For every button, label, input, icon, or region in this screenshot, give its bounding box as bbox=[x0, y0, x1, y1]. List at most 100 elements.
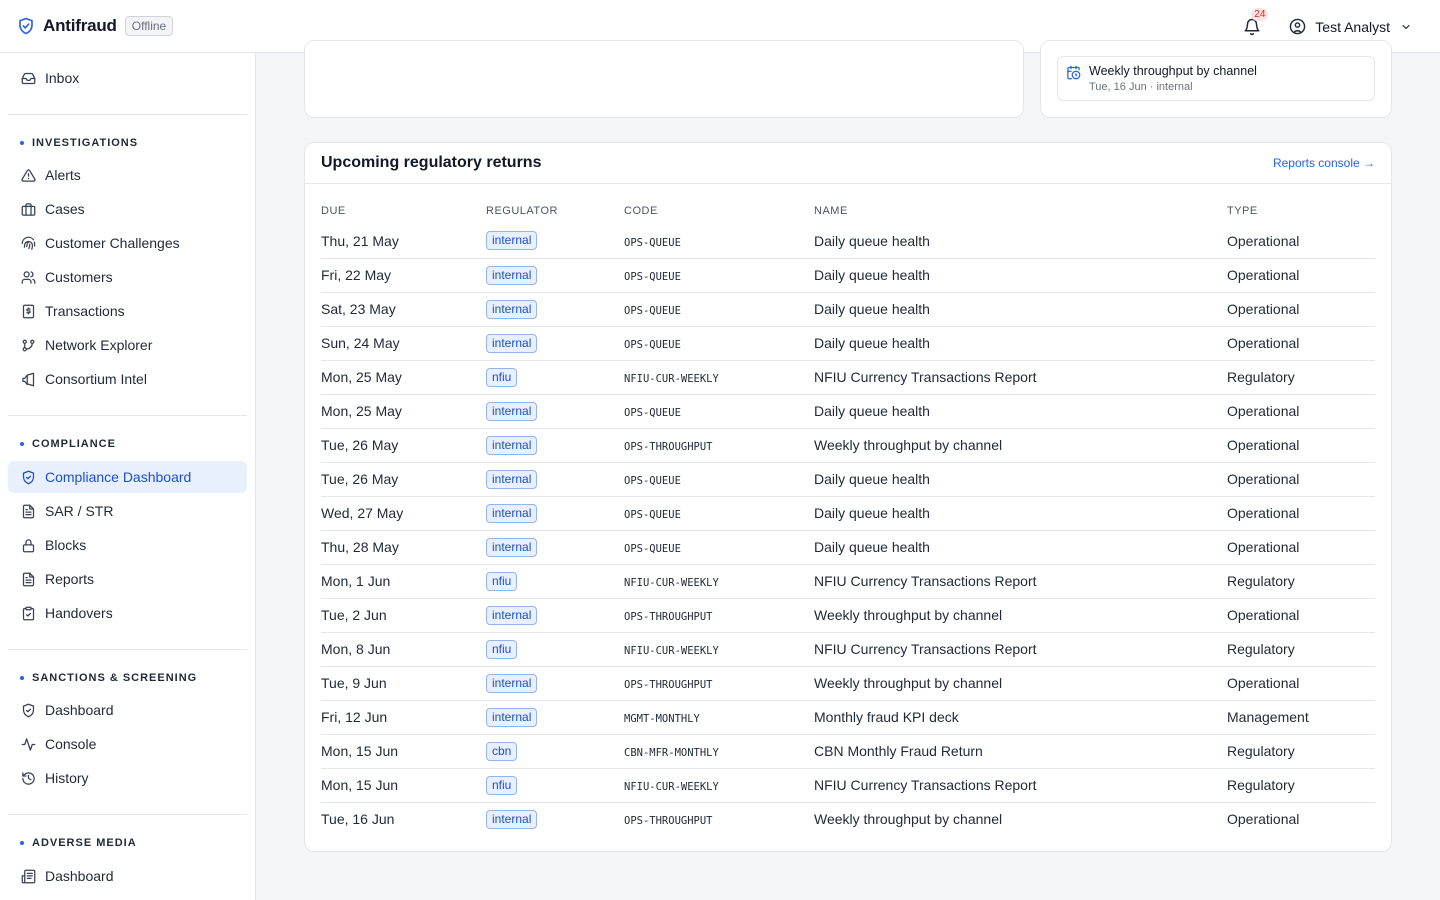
sidebar-item-sanctions-history[interactable]: History bbox=[8, 762, 247, 794]
table-row[interactable]: Sat, 23 May internal OPS-QUEUE Daily queue … bbox=[321, 292, 1375, 327]
table-row[interactable]: Tue, 26 May internal OPS-QUEUE Daily queue … bbox=[321, 462, 1375, 497]
name-cell: Weekly throughput by channel bbox=[814, 675, 1003, 691]
calendar-clock-icon bbox=[1066, 65, 1081, 85]
sidebar-item-blocks[interactable]: Blocks bbox=[8, 529, 247, 561]
section-title-adverse-media: ADVERSE MEDIA bbox=[20, 837, 137, 849]
due-cell: Fri, 12 Jun bbox=[321, 709, 388, 725]
table-header-row: DUE REGULATOR CODE NAME TYPE bbox=[321, 198, 1375, 224]
name-cell: Weekly throughput by channel bbox=[814, 811, 1003, 828]
due-cell: Mon, 8 Jun bbox=[321, 641, 391, 657]
reports-console-link[interactable]: Reports console → bbox=[1273, 156, 1375, 170]
status-badge: Offline bbox=[124, 16, 174, 36]
table-row[interactable]: Mon, 1 Jun nfiu NFIU-CUR-WEEKLY NFIU Curren… bbox=[321, 564, 1375, 599]
due-cell: Tue, 26 May bbox=[321, 471, 399, 487]
table-row[interactable]: Wed, 27 May internal OPS-QUEUE Daily queue … bbox=[321, 496, 1375, 531]
inbox-icon bbox=[20, 70, 36, 86]
table-row[interactable]: Sun, 24 May internal OPS-QUEUE Daily queue … bbox=[321, 326, 1375, 361]
section-title-compliance: COMPLIANCE bbox=[20, 438, 116, 450]
warning-icon bbox=[20, 167, 36, 183]
name-cell: Weekly throughput by channel bbox=[814, 607, 1003, 623]
due-cell: Thu, 28 May bbox=[321, 539, 399, 555]
brand[interactable]: Antifraud Offline bbox=[17, 16, 174, 36]
due-cell: Sun, 24 May bbox=[321, 335, 400, 351]
name-cell: Daily queue health bbox=[814, 267, 930, 283]
table-row[interactable]: Mon, 25 May internal OPS-QUEUE Daily queue … bbox=[321, 394, 1375, 429]
type-cell: Operational bbox=[1227, 437, 1300, 453]
sidebar-item-reports[interactable]: Reports bbox=[8, 563, 247, 595]
table-row[interactable]: Mon, 15 Jun nfiu NFIU-CUR-WEEKLY NFIU Curre… bbox=[321, 768, 1375, 803]
schedule-item-subtitle: Tue, 16 Jun · internal bbox=[1089, 81, 1193, 93]
type-cell: Operational bbox=[1227, 301, 1300, 317]
sidebar-item-sar-str[interactable]: SAR / STR bbox=[8, 495, 247, 527]
receipt-dollar-icon bbox=[20, 303, 36, 319]
sidebar-item-sanctions-dashboard[interactable]: Dashboard bbox=[8, 694, 247, 726]
sidebar-item-consortium-intel[interactable]: Consortium Intel bbox=[8, 363, 247, 395]
regulator-badge: nfiu bbox=[486, 367, 518, 387]
git-branch-icon bbox=[20, 337, 36, 353]
shield-check-icon bbox=[20, 702, 36, 718]
due-cell: Mon, 15 Jun bbox=[321, 777, 399, 793]
name-cell: NFIU Currency Transactions Report bbox=[814, 573, 1037, 589]
code-cell: MGMT-MONTHLY bbox=[624, 713, 700, 725]
sidebar-item-alerts[interactable]: Alerts bbox=[8, 159, 247, 191]
sidebar-item-cases[interactable]: Cases bbox=[8, 193, 247, 225]
sidebar-item-adverse-dashboard[interactable]: Dashboard bbox=[8, 860, 247, 892]
sidebar-item-customers[interactable]: Customers bbox=[8, 261, 247, 293]
type-cell: Regulatory bbox=[1227, 369, 1295, 385]
lock-icon bbox=[20, 537, 36, 553]
name-cell: CBN Monthly Fraud Return bbox=[814, 743, 983, 759]
column-header-name[interactable]: NAME bbox=[814, 198, 1227, 224]
user-menu[interactable]: Test Analyst bbox=[1289, 18, 1412, 35]
name-cell: NFIU Currency Transactions Report bbox=[814, 369, 1037, 385]
table-row[interactable]: Tue, 2 Jun internal OPS-THROUGHPUT Weekly t… bbox=[321, 598, 1375, 633]
sidebar-item-handovers[interactable]: Handovers bbox=[8, 597, 247, 629]
code-cell: OPS-QUEUE bbox=[624, 543, 681, 555]
table-row[interactable]: Tue, 26 May internal OPS-THROUGHPUT Weekly … bbox=[321, 428, 1375, 463]
code-cell: OPS-QUEUE bbox=[624, 236, 681, 249]
due-cell: Mon, 15 Jun bbox=[321, 743, 399, 759]
table-row[interactable]: Mon, 25 May nfiu NFIU-CUR-WEEKLY NFIU Curre… bbox=[321, 360, 1375, 395]
table-row[interactable]: Tue, 9 Jun internal OPS-THROUGHPUT Weekly t… bbox=[321, 666, 1375, 701]
table-row[interactable]: Thu, 21 May internal OPS-QUEUE Daily queue … bbox=[321, 224, 1375, 259]
code-cell: CBN-MFR-MONTHLY bbox=[624, 747, 719, 759]
column-header-code[interactable]: CODE bbox=[624, 198, 814, 224]
regulator-badge: internal bbox=[486, 707, 538, 727]
sidebar-item-inbox[interactable]: Inbox bbox=[8, 62, 247, 94]
sidebar-item-compliance-dashboard[interactable]: Compliance Dashboard bbox=[8, 461, 247, 493]
card-header: Upcoming regulatory returns Reports cons… bbox=[305, 143, 1391, 184]
name-cell: Daily queue health bbox=[814, 403, 930, 419]
sidebar-item-sanctions-console[interactable]: Console bbox=[8, 728, 247, 760]
table-row[interactable]: Mon, 8 Jun nfiu NFIU-CUR-WEEKLY NFIU Curren… bbox=[321, 632, 1375, 667]
column-header-type[interactable]: TYPE bbox=[1227, 198, 1375, 224]
clipboard-check-icon bbox=[20, 605, 36, 621]
sidebar-item-transactions[interactable]: Transactions bbox=[8, 295, 247, 327]
megaphone-icon bbox=[20, 371, 36, 387]
due-cell: Tue, 2 Jun bbox=[321, 607, 387, 623]
regulatory-returns-card: Upcoming regulatory returns Reports cons… bbox=[304, 142, 1392, 852]
type-cell: Operational bbox=[1227, 335, 1300, 351]
table-row[interactable]: Mon, 15 Jun cbn CBN-MFR-MONTHLY CBN Monthly… bbox=[321, 734, 1375, 769]
table-row[interactable]: Fri, 22 May internal OPS-QUEUE Daily queue … bbox=[321, 258, 1375, 293]
sidebar-divider bbox=[8, 415, 247, 416]
type-cell: Operational bbox=[1227, 471, 1300, 487]
returns-table: DUE REGULATOR CODE NAME TYPE Thu, 21 May… bbox=[321, 198, 1375, 836]
user-name: Test Analyst bbox=[1315, 18, 1390, 35]
sidebar-item-customer-challenges[interactable]: Customer Challenges bbox=[8, 227, 247, 259]
code-cell: OPS-THROUGHPUT bbox=[624, 679, 713, 691]
column-header-regulator[interactable]: REGULATOR bbox=[486, 198, 624, 224]
type-cell: Regulatory bbox=[1227, 743, 1295, 759]
regulator-badge: nfiu bbox=[486, 639, 518, 659]
table-row[interactable]: Tue, 16 Jun internal OPS-THROUGHPUT Weekly … bbox=[321, 802, 1375, 836]
table-row[interactable]: Fri, 12 Jun internal MGMT-MONTHLY Monthly f… bbox=[321, 700, 1375, 735]
sidebar-item-network-explorer[interactable]: Network Explorer bbox=[8, 329, 247, 361]
column-header-due[interactable]: DUE bbox=[321, 198, 486, 224]
name-cell: Daily queue health bbox=[814, 301, 930, 317]
type-cell: Operational bbox=[1227, 267, 1300, 283]
regulator-badge: cbn bbox=[486, 741, 518, 761]
schedule-item[interactable]: Weekly throughput by channel Tue, 16 Jun… bbox=[1057, 56, 1375, 101]
regulator-badge: internal bbox=[486, 809, 538, 829]
table-row[interactable]: Thu, 28 May internal OPS-QUEUE Daily queue … bbox=[321, 530, 1375, 565]
notifications-button[interactable]: 24 bbox=[1241, 7, 1269, 38]
name-cell: Daily queue health bbox=[814, 471, 930, 487]
due-cell: Mon, 1 Jun bbox=[321, 573, 391, 589]
